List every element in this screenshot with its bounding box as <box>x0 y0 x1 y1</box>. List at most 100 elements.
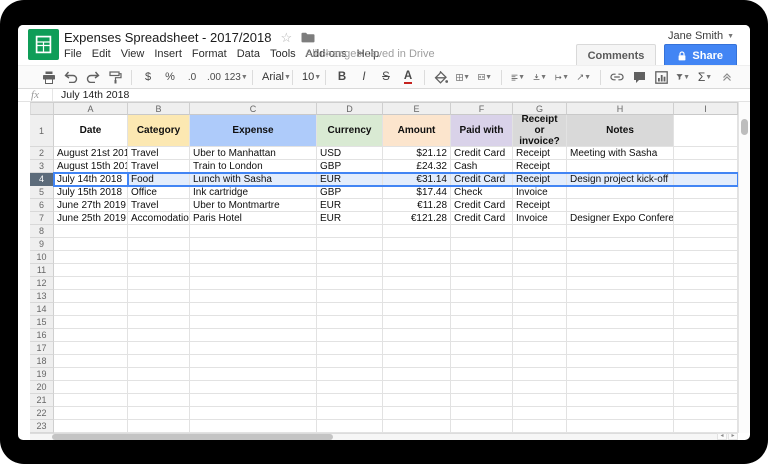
row-header-13[interactable]: 13 <box>30 290 54 303</box>
cell-D16[interactable] <box>317 329 383 342</box>
cell-A14[interactable] <box>54 303 128 316</box>
cell-A13[interactable] <box>54 290 128 303</box>
cell-B21[interactable] <box>128 394 190 407</box>
cell-C9[interactable] <box>190 238 317 251</box>
cell-D23[interactable] <box>317 420 383 433</box>
cell-D1[interactable]: Currency <box>317 115 383 147</box>
cell-D3[interactable]: GBP <box>317 160 383 173</box>
cell-F23[interactable] <box>451 420 513 433</box>
cell-E9[interactable] <box>383 238 451 251</box>
cell-I19[interactable] <box>674 368 738 381</box>
cell-E15[interactable] <box>383 316 451 329</box>
text-color-button[interactable]: A <box>397 67 419 87</box>
cell-C3[interactable]: Train to London <box>190 160 317 173</box>
cell-B14[interactable] <box>128 303 190 316</box>
cell-G15[interactable] <box>513 316 567 329</box>
vertical-scrollbar[interactable] <box>738 102 750 433</box>
row-header-2[interactable]: 2 <box>30 147 54 160</box>
cell-F19[interactable] <box>451 368 513 381</box>
cell-B15[interactable] <box>128 316 190 329</box>
paint-format-button[interactable] <box>104 67 126 87</box>
row-header-19[interactable]: 19 <box>30 368 54 381</box>
cell-I6[interactable] <box>674 199 738 212</box>
row-header-8[interactable]: 8 <box>30 225 54 238</box>
italic-button[interactable]: I <box>353 67 375 87</box>
cell-A11[interactable] <box>54 264 128 277</box>
row-header-3[interactable]: 3 <box>30 160 54 173</box>
fill-color-button[interactable] <box>430 67 452 87</box>
row-header-18[interactable]: 18 <box>30 355 54 368</box>
row-header-7[interactable]: 7 <box>30 212 54 225</box>
cell-D21[interactable] <box>317 394 383 407</box>
cell-H7[interactable]: Designer Expo Conference <box>567 212 674 225</box>
cell-E8[interactable] <box>383 225 451 238</box>
row-header-20[interactable]: 20 <box>30 381 54 394</box>
cell-H21[interactable] <box>567 394 674 407</box>
cell-I9[interactable] <box>674 238 738 251</box>
column-header-I[interactable]: I <box>674 102 738 115</box>
cell-H19[interactable] <box>567 368 674 381</box>
cell-B10[interactable] <box>128 251 190 264</box>
cell-H9[interactable] <box>567 238 674 251</box>
borders-button[interactable]: ▼ <box>452 67 474 87</box>
text-rotation-button[interactable]: ▼ <box>573 67 595 87</box>
cell-F15[interactable] <box>451 316 513 329</box>
cell-G6[interactable]: Receipt <box>513 199 567 212</box>
format-percent-button[interactable]: % <box>159 67 181 87</box>
increase-decimal-button[interactable]: .00 <box>203 67 225 87</box>
cell-C7[interactable]: Paris Hotel <box>190 212 317 225</box>
cell-I11[interactable] <box>674 264 738 277</box>
cell-D12[interactable] <box>317 277 383 290</box>
cell-F1[interactable]: Paid with <box>451 115 513 147</box>
cell-F3[interactable]: Cash <box>451 160 513 173</box>
scroll-left-icon[interactable]: ◂ <box>717 433 727 440</box>
row-header-22[interactable]: 22 <box>30 407 54 420</box>
cell-D10[interactable] <box>317 251 383 264</box>
sheets-logo-icon[interactable] <box>28 29 59 60</box>
cell-I22[interactable] <box>674 407 738 420</box>
cell-D4[interactable]: EUR <box>317 173 383 186</box>
save-status[interactable]: All changes saved in Drive <box>305 48 435 60</box>
cell-D17[interactable] <box>317 342 383 355</box>
cell-B7[interactable]: Accomodation <box>128 212 190 225</box>
cell-I4[interactable] <box>674 173 738 186</box>
cell-C8[interactable] <box>190 225 317 238</box>
insert-comment-button[interactable] <box>628 67 650 87</box>
cell-C17[interactable] <box>190 342 317 355</box>
cell-B11[interactable] <box>128 264 190 277</box>
cell-A3[interactable]: August 15th 2017 <box>54 160 128 173</box>
cell-F21[interactable] <box>451 394 513 407</box>
cell-E11[interactable] <box>383 264 451 277</box>
cell-H8[interactable] <box>567 225 674 238</box>
cell-F14[interactable] <box>451 303 513 316</box>
insert-chart-button[interactable] <box>650 67 672 87</box>
cell-G13[interactable] <box>513 290 567 303</box>
horizontal-align-button[interactable]: ▼ <box>507 67 529 87</box>
folder-icon[interactable] <box>301 32 315 43</box>
row-header-9[interactable]: 9 <box>30 238 54 251</box>
scroll-right-icon[interactable]: ▸ <box>728 433 738 440</box>
cell-D13[interactable] <box>317 290 383 303</box>
cell-B12[interactable] <box>128 277 190 290</box>
cell-A12[interactable] <box>54 277 128 290</box>
row-header-11[interactable]: 11 <box>30 264 54 277</box>
row-header-4[interactable]: 4 <box>30 173 54 186</box>
cell-F5[interactable]: Check <box>451 186 513 199</box>
cell-C5[interactable]: Ink cartridge <box>190 186 317 199</box>
cell-C14[interactable] <box>190 303 317 316</box>
cell-F18[interactable] <box>451 355 513 368</box>
cell-B22[interactable] <box>128 407 190 420</box>
cell-G1[interactable]: Receipt or invoice? <box>513 115 567 147</box>
cell-I17[interactable] <box>674 342 738 355</box>
cell-E20[interactable] <box>383 381 451 394</box>
cell-B1[interactable]: Category <box>128 115 190 147</box>
vertical-align-button[interactable]: ▼ <box>529 67 551 87</box>
cell-A20[interactable] <box>54 381 128 394</box>
cell-E22[interactable] <box>383 407 451 420</box>
cell-C12[interactable] <box>190 277 317 290</box>
cell-D19[interactable] <box>317 368 383 381</box>
column-header-E[interactable]: E <box>383 102 451 115</box>
cell-F20[interactable] <box>451 381 513 394</box>
cell-B2[interactable]: Travel <box>128 147 190 160</box>
cell-G9[interactable] <box>513 238 567 251</box>
